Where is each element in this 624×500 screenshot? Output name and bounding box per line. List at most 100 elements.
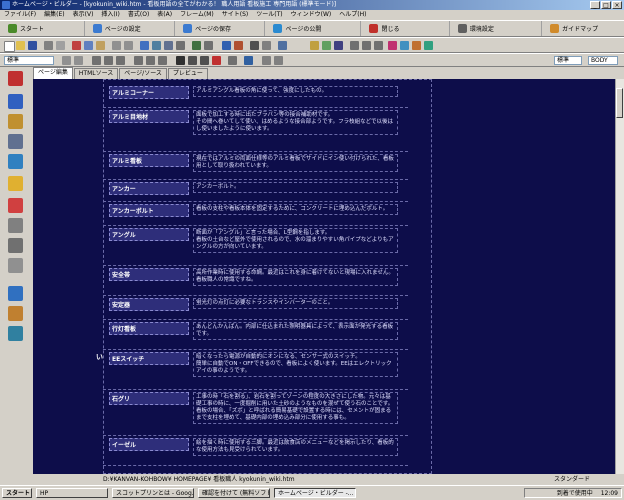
menu-insert[interactable]: 挿入(I): [97, 10, 123, 20]
tab-page-edit[interactable]: ページ編集: [33, 67, 73, 79]
start-menu-button[interactable]: スタート: [2, 488, 32, 498]
plugin-icon[interactable]: [412, 41, 421, 50]
menu-format[interactable]: 書式(O): [124, 10, 153, 20]
glossary-definition[interactable]: 高所作業時に使用する命綱。最近はこれを身に着けてないと現場に入れません。 看板職…: [193, 268, 398, 286]
glossary-definition[interactable]: 断面が「アングル」と言った場合、L型鋼を指します。 看板の土台など屋外で使用され…: [193, 228, 398, 253]
undo-icon[interactable]: [112, 41, 121, 50]
image-tool-icon[interactable]: [8, 134, 23, 149]
align-left-icon[interactable]: [134, 56, 143, 65]
preferences-button[interactable]: 環境設定: [450, 21, 543, 36]
insert-form-icon[interactable]: [176, 41, 185, 50]
style-select[interactable]: 標準: [4, 56, 54, 65]
list-number-icon[interactable]: [104, 56, 113, 65]
tab-preview[interactable]: プレビュー: [167, 68, 208, 79]
menu-site[interactable]: サイト(S): [218, 10, 253, 20]
pointer-icon[interactable]: [8, 71, 23, 86]
glossary-term[interactable]: イーゼル: [109, 438, 189, 451]
table-tool-icon[interactable]: [8, 238, 23, 253]
char-spacing-icon[interactable]: [244, 56, 253, 65]
browser-preview-icon[interactable]: [278, 41, 287, 50]
publish-tool-icon[interactable]: [8, 326, 23, 341]
layout-frame-icon[interactable]: [8, 218, 23, 233]
glossary-definition[interactable]: 看板の支柱や看板本体を固定するために、コンクリートに埋め込んだボルト。: [193, 204, 398, 215]
table-cols-icon[interactable]: [374, 41, 383, 50]
font-size-down-icon[interactable]: [62, 56, 71, 65]
glossary-definition[interactable]: アルミアングル看板の角に使って、強度にしたもの。: [193, 86, 398, 97]
horizontal-rule-icon[interactable]: [262, 56, 271, 65]
paint-icon[interactable]: [310, 41, 319, 50]
open-folder-icon[interactable]: [16, 41, 25, 50]
glossary-term[interactable]: 安定器: [109, 298, 189, 311]
glossary-term[interactable]: アルミ目地材: [109, 110, 189, 123]
draw-tool-icon[interactable]: [8, 198, 23, 213]
color-icon[interactable]: [322, 41, 331, 50]
menu-table[interactable]: 表(A): [153, 10, 176, 20]
maximize-button[interactable]: □: [601, 1, 611, 9]
webart-icon[interactable]: [222, 41, 231, 50]
glossary-term[interactable]: EEスイッチ: [109, 352, 189, 365]
save-disk-icon[interactable]: [28, 41, 37, 50]
close-page-button[interactable]: 閉じる: [361, 21, 450, 36]
glossary-definition[interactable]: 面板で加工する時に出たプラバン等の接合補助材です。 その間へ巻いてして使い、はめ…: [193, 110, 398, 135]
folder-view-icon[interactable]: [8, 306, 23, 321]
glossary-term[interactable]: 安全帯: [109, 268, 189, 281]
insert-link-icon[interactable]: [152, 41, 161, 50]
align-center-icon[interactable]: [146, 56, 155, 65]
minimize-button[interactable]: _: [590, 1, 600, 9]
glossary-definition[interactable]: 絵を描く時に使用する三脚。最近は飲食店のメニューなどを掲示したり、看板的な使用方…: [193, 438, 398, 456]
menu-help[interactable]: ヘルプ(H): [335, 10, 370, 20]
copy-icon[interactable]: [84, 41, 93, 50]
menu-frame[interactable]: フレーム(M): [176, 10, 218, 20]
align-right-icon[interactable]: [158, 56, 167, 65]
right-select-1[interactable]: 標準: [554, 56, 582, 65]
properties-icon[interactable]: [250, 41, 259, 50]
save-page-button[interactable]: ページの保存: [175, 21, 266, 36]
print-preview-icon[interactable]: [56, 41, 65, 50]
effect-icon[interactable]: [388, 41, 397, 50]
paste-icon[interactable]: [96, 41, 105, 50]
spell-check-icon[interactable]: [192, 41, 201, 50]
cut-icon[interactable]: [72, 41, 81, 50]
task-google[interactable]: スコットプリンとは - Goog...: [112, 488, 194, 498]
glossary-term[interactable]: アンカーボルト: [109, 204, 189, 217]
start-button[interactable]: スタート: [0, 21, 85, 36]
italic-icon[interactable]: [188, 56, 197, 65]
find-icon[interactable]: [204, 41, 213, 50]
glossary-term[interactable]: アルミ看板: [109, 154, 189, 167]
site-view-icon[interactable]: [8, 286, 23, 301]
form-tool-icon[interactable]: [8, 258, 23, 273]
insert-table-icon[interactable]: [164, 41, 173, 50]
right-select-2[interactable]: BODY: [588, 56, 618, 65]
indent-icon[interactable]: [116, 56, 125, 65]
grid-icon[interactable]: [350, 41, 359, 50]
glossary-term[interactable]: アンカー: [109, 182, 189, 195]
line-break-icon[interactable]: [274, 56, 283, 65]
glossary-definition[interactable]: 暗くなったら電源が自動的にオンになる、センサー式のスイッチ。 簡単に自動でON・…: [193, 352, 398, 377]
menu-edit[interactable]: 編集(E): [40, 10, 68, 20]
glossary-definition[interactable]: あんどんかんばん。内部に仕込まれた照明器具によって、表示面が発光する看板です。: [193, 322, 398, 340]
scrollbar-thumb[interactable]: [616, 88, 623, 118]
module-icon[interactable]: [424, 41, 433, 50]
menu-file[interactable]: ファイル(F): [0, 10, 40, 20]
glossary-definition[interactable]: 蛍光灯の点灯に必要なトランスやインバーターのこと。: [193, 298, 398, 309]
layout-icon[interactable]: [262, 41, 271, 50]
glossary-definition[interactable]: 現在ではアルミの両面仕様等のアルミ看板でサイドにイン使い付けられた、看板用として…: [193, 154, 398, 172]
link-tool-icon[interactable]: [8, 154, 23, 169]
menu-tools[interactable]: ツール(T): [252, 10, 286, 20]
task-homepage-builder[interactable]: ホームページ・ビルダー -...: [274, 488, 356, 498]
text-tool-icon[interactable]: [8, 114, 23, 129]
select-object-icon[interactable]: [8, 94, 23, 109]
glossary-definition[interactable]: アンカーボルト。: [193, 182, 398, 193]
redo-icon[interactable]: [124, 41, 133, 50]
task-software[interactable]: 確認を付けて (無料ソフト...: [198, 488, 270, 498]
font-size-up-icon[interactable]: [74, 56, 83, 65]
glossary-term[interactable]: 石グリ: [109, 392, 189, 405]
picture-icon[interactable]: [334, 41, 343, 50]
document-area[interactable]: い アルミコーナー アルミアングル看板の角に使って、強度にしたもの。 アルミ目地材面…: [33, 79, 615, 474]
menu-view[interactable]: 表示(V): [69, 10, 98, 20]
publish-page-button[interactable]: ページの公開: [265, 21, 362, 36]
tab-page-source[interactable]: ページ/ソース: [119, 68, 167, 79]
page-settings-button[interactable]: ページの設定: [85, 21, 176, 36]
map-icon[interactable]: [400, 41, 409, 50]
close-button[interactable]: ×: [612, 1, 622, 9]
